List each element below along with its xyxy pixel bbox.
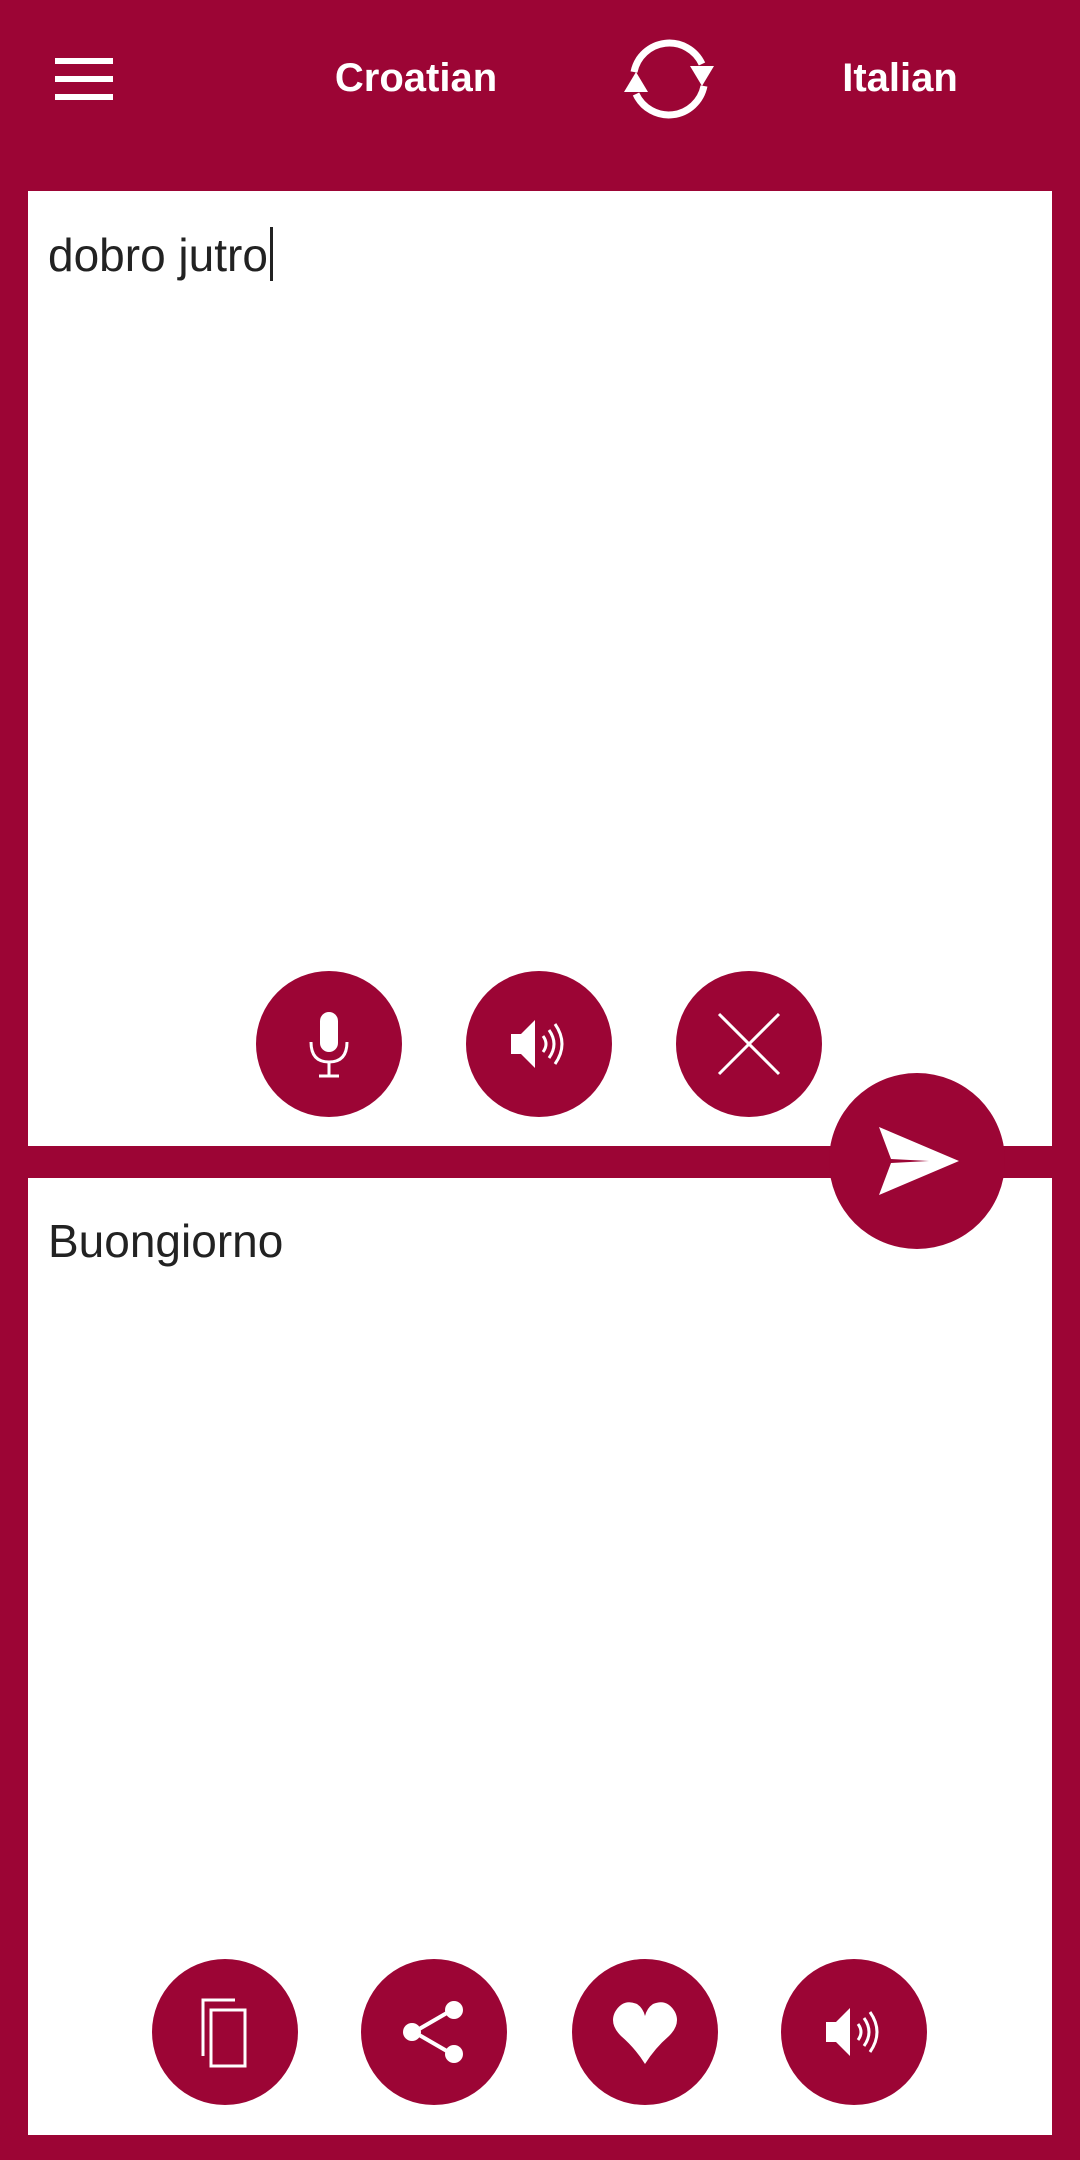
target-language-selector[interactable]: Italian [842, 56, 958, 101]
input-text: dobro jutro [48, 229, 268, 281]
copy-icon [201, 1998, 247, 2068]
copy-button[interactable] [152, 1959, 298, 2105]
speak-input-button[interactable] [466, 971, 612, 1117]
share-icon [403, 2001, 463, 2063]
microphone-button[interactable] [256, 971, 402, 1117]
clear-button[interactable] [676, 971, 822, 1117]
hamburger-menu-icon [55, 58, 113, 64]
send-paper-plane-icon [879, 1127, 959, 1195]
speaker-icon [826, 2008, 879, 2056]
source-language-selector[interactable]: Croatian [335, 56, 497, 101]
swap-languages-button[interactable] [614, 24, 724, 134]
heart-icon [613, 2002, 677, 2064]
share-button[interactable] [361, 1959, 507, 2105]
speaker-icon [511, 1020, 564, 1068]
menu-line [55, 76, 113, 82]
menu-button[interactable] [55, 58, 113, 100]
translation-text: Buongiorno [48, 1215, 284, 1267]
text-cursor [269, 227, 273, 281]
microphone-icon [309, 1012, 349, 1078]
menu-line [55, 94, 113, 100]
app-header: Croatian Italian [0, 0, 1080, 190]
favorite-button[interactable] [572, 1959, 718, 2105]
input-text-field[interactable]: dobro jutro [48, 227, 273, 282]
swap-arrows-icon [624, 39, 714, 119]
translate-send-button[interactable] [829, 1073, 1005, 1249]
close-icon [717, 1012, 781, 1076]
speak-output-button[interactable] [781, 1959, 927, 2105]
